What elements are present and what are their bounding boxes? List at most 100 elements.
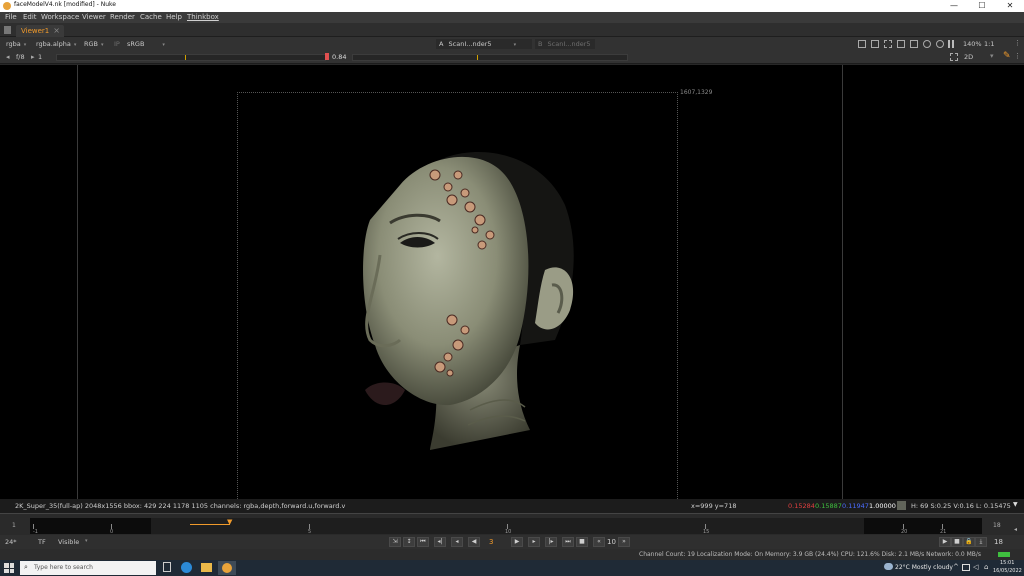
- timeline[interactable]: 1 ▼ -1 0 5 10 15 20 21 18 ◂: [0, 513, 1024, 535]
- taskbar-search-input[interactable]: Type here to search: [20, 561, 156, 575]
- input-process-toggle[interactable]: IP: [114, 39, 120, 49]
- channels-dropdown[interactable]: rgba ▾: [6, 39, 26, 49]
- frame-increment-field[interactable]: 1: [38, 52, 42, 62]
- range-arrow-icon[interactable]: ▾: [85, 538, 88, 544]
- flipbook-button[interactable]: ▶: [939, 537, 951, 547]
- lock-button[interactable]: 🔒: [963, 537, 975, 547]
- menu-file[interactable]: File: [5, 13, 17, 21]
- timeline-menu-arrow-icon[interactable]: ◂: [1014, 526, 1017, 533]
- gain-value[interactable]: 0.84: [332, 52, 346, 62]
- close-button[interactable]: ✕: [996, 0, 1024, 12]
- playback-mode-icon[interactable]: ↕: [403, 537, 415, 547]
- pixel-ratio-dropdown[interactable]: 1:1: [984, 39, 994, 49]
- menu-cache[interactable]: Cache: [140, 13, 162, 21]
- step-back-button[interactable]: ◂: [451, 537, 463, 547]
- pixel-hsvl-values: H: 69 S:0.25 V:0.16 L: 0.15475: [911, 502, 1011, 510]
- increment-field[interactable]: 10: [607, 538, 616, 546]
- menu-render[interactable]: Render: [110, 13, 135, 21]
- input-a-dropdown[interactable]: A ScanI...nder5 ▾: [436, 39, 532, 49]
- viewer-canvas[interactable]: 1607,1329: [0, 65, 1024, 501]
- tab-label: Viewer1: [21, 27, 50, 35]
- crop-icon[interactable]: [950, 53, 958, 61]
- timeline-end-frame[interactable]: 18: [993, 522, 1001, 529]
- stop-button[interactable]: ■: [576, 537, 588, 547]
- step-forward-button[interactable]: ▸: [528, 537, 540, 547]
- playback-end-frame[interactable]: 18: [994, 538, 1003, 546]
- menu-edit[interactable]: Edit: [23, 13, 37, 21]
- first-frame-button[interactable]: ⏮: [417, 537, 429, 547]
- timeline-out-of-range-right: [864, 518, 982, 534]
- viewer-lut-dropdown[interactable]: sRGB ▾: [127, 39, 165, 49]
- pixel-color-swatch: [897, 501, 906, 510]
- proxy-icon[interactable]: [897, 40, 905, 48]
- paint-brush-icon[interactable]: ✎: [1003, 51, 1011, 61]
- tab-viewer1[interactable]: Viewer1 ×: [16, 25, 64, 37]
- previous-keyframe-button[interactable]: ◂|: [434, 537, 446, 547]
- clipping-warning-icon[interactable]: [884, 40, 892, 48]
- gamma-slider-handle[interactable]: [477, 55, 478, 60]
- next-keyframe-button[interactable]: |▸: [545, 537, 557, 547]
- volume-icon[interactable]: ◁: [973, 563, 978, 571]
- pause-icon[interactable]: [948, 40, 954, 48]
- range-visible-dropdown[interactable]: Visible: [58, 537, 79, 547]
- view-mode-arrow-icon[interactable]: ▾: [990, 52, 994, 60]
- task-view-icon[interactable]: [163, 562, 171, 572]
- toolbar2-overflow-icon[interactable]: ⋮: [1014, 52, 1021, 60]
- exposure-slider-handle[interactable]: [185, 55, 186, 60]
- display-channel-dropdown[interactable]: RGB ▾: [84, 39, 104, 49]
- weather-text[interactable]: 22°C Mostly cloudy: [895, 564, 953, 571]
- minimize-button[interactable]: —: [940, 0, 968, 12]
- fps-dropdown[interactable]: 24*: [5, 537, 17, 547]
- gamma-slider[interactable]: [352, 54, 628, 61]
- fstop-increment-icon[interactable]: ▸: [31, 53, 35, 61]
- tray-chevron-icon[interactable]: ^: [953, 563, 959, 571]
- taskbar-time[interactable]: 15:01: [1000, 560, 1014, 566]
- exposure-slider[interactable]: [56, 54, 326, 61]
- playhead-marker[interactable]: ▼: [227, 518, 232, 526]
- view-mode-dropdown[interactable]: 2D: [964, 52, 973, 62]
- refresh-icon[interactable]: [923, 40, 931, 48]
- fstop-value[interactable]: f/8: [16, 52, 25, 62]
- mask-overlay-icon[interactable]: [910, 40, 918, 48]
- infobar-menu-arrow-icon[interactable]: ▼: [1013, 501, 1018, 508]
- menu-viewer[interactable]: Viewer: [82, 13, 106, 21]
- step-forward-increment-button[interactable]: »: [618, 537, 630, 547]
- cursor-coords: x=999 y=718: [691, 502, 737, 510]
- menu-workspace[interactable]: Workspace: [41, 13, 79, 21]
- gpu-icon[interactable]: [936, 40, 944, 48]
- pane-menu-icon[interactable]: [4, 26, 11, 34]
- timecode-dropdown[interactable]: TF: [38, 537, 46, 547]
- zoom-dropdown[interactable]: 140%: [963, 39, 982, 49]
- file-explorer-icon[interactable]: [201, 563, 212, 572]
- bbox-corner-label: 1607,1329: [680, 89, 713, 96]
- frame-range-lock-icon[interactable]: ⇲: [389, 537, 401, 547]
- roi-icon[interactable]: [858, 40, 866, 48]
- window-title: faceModelV4.nk [modified] - Nuke: [14, 1, 116, 8]
- edge-browser-icon[interactable]: [181, 562, 192, 573]
- network-icon[interactable]: ⌂: [984, 563, 988, 571]
- current-frame-field[interactable]: 3: [489, 538, 493, 546]
- play-backward-button[interactable]: ◀: [468, 537, 480, 547]
- tray-display-icon[interactable]: [962, 564, 970, 571]
- format-info: 2K_Super_35(full-ap) 2048x1556 bbox: 429…: [15, 502, 346, 510]
- title-bar: faceModelV4.nk [modified] - Nuke — ☐ ✕: [0, 0, 1024, 12]
- alpha-channel-dropdown[interactable]: rgba.alpha ▾: [36, 39, 76, 49]
- menu-help[interactable]: Help: [166, 13, 182, 21]
- last-frame-button[interactable]: ⏭: [562, 537, 574, 547]
- windows-taskbar: Type here to search ⌕ 22°C Mostly cloudy…: [0, 560, 1024, 576]
- export-button[interactable]: ⤓: [975, 537, 987, 547]
- step-back-increment-button[interactable]: «: [593, 537, 605, 547]
- menu-thinkbox[interactable]: Thinkbox: [187, 13, 219, 21]
- toolbar-overflow-icon[interactable]: ⋮: [1014, 39, 1021, 47]
- pixel-green-value: 0.15887: [815, 502, 842, 510]
- render-button[interactable]: ■: [951, 537, 963, 547]
- play-forward-button[interactable]: ▶: [511, 537, 523, 547]
- fstop-decrement-icon[interactable]: ◂: [6, 53, 10, 61]
- timeline-start-frame[interactable]: 1: [12, 522, 16, 529]
- tab-close-icon[interactable]: ×: [53, 26, 60, 35]
- maximize-button[interactable]: ☐: [968, 0, 996, 12]
- input-b-dropdown[interactable]: B ScanI...nder5: [535, 39, 595, 49]
- windows-start-icon[interactable]: [4, 563, 14, 573]
- taskbar-date[interactable]: 16/05/2022: [993, 568, 1022, 574]
- overscan-icon[interactable]: [871, 40, 879, 48]
